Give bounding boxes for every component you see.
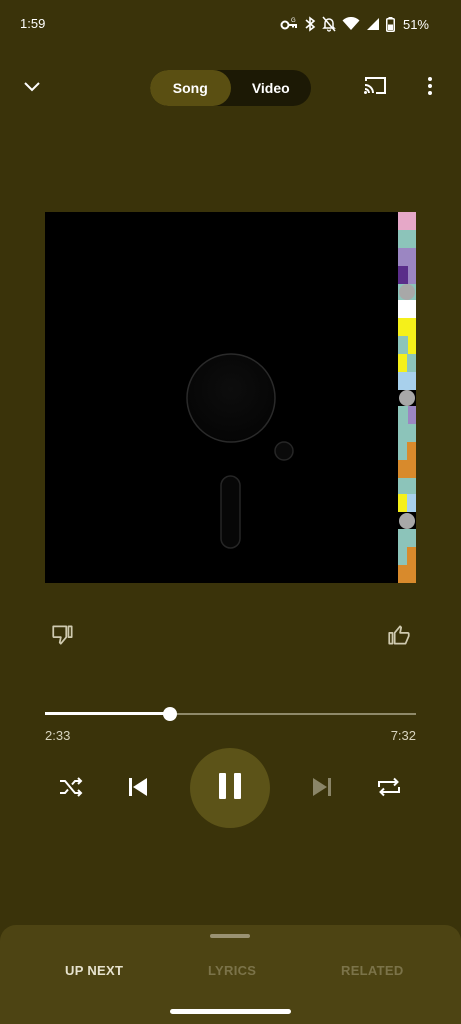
sheet-drag-handle[interactable] [210,934,250,938]
album-art [45,212,416,583]
thumb-up-icon [386,625,412,652]
video-tab[interactable]: Video [231,70,312,106]
skip-next-icon [310,776,334,803]
battery-level: 51% [402,16,429,32]
vpn-key-icon: G [280,17,298,31]
status-icons: G 51% [280,14,429,34]
seek-bar[interactable] [45,705,416,723]
album-art-graphic [186,353,294,549]
notifications-off-icon [322,16,336,32]
shuffle-icon [58,776,84,803]
thumb-down-icon [50,625,76,652]
album-art-stripe [398,212,416,583]
gesture-nav-bar[interactable] [170,1009,291,1014]
status-time: 1:59 [20,16,46,31]
battery-icon [385,16,395,32]
song-video-toggle: Song Video [150,70,311,106]
more-options-button[interactable] [418,76,442,100]
seek-progress [45,712,170,715]
repeat-icon [376,776,402,803]
status-bar: 1:59 G 51% [0,0,461,50]
tab-up-next[interactable]: UP NEXT [65,963,123,978]
next-button[interactable] [307,774,337,804]
pause-button[interactable] [190,748,270,828]
bluetooth-icon [304,16,316,32]
player-top-bar: Song Video [0,68,461,108]
svg-text:G: G [291,18,296,24]
previous-button[interactable] [123,774,153,804]
elapsed-time: 2:33 [45,728,71,743]
seek-thumb[interactable] [163,707,177,721]
cast-icon [363,76,387,100]
song-tab[interactable]: Song [150,70,231,106]
bottom-sheet[interactable]: UP NEXT LYRICS RELATED [0,925,461,1024]
chevron-down-icon [24,79,40,97]
playback-controls [0,748,461,828]
collapse-button[interactable] [18,76,46,100]
tab-lyrics[interactable]: LYRICS [208,963,256,978]
like-button[interactable] [386,622,412,648]
skip-previous-icon [126,776,150,803]
signal-icon [366,17,380,31]
more-vert-icon [427,76,433,101]
repeat-button[interactable] [374,774,404,804]
tab-related[interactable]: RELATED [341,963,404,978]
shuffle-button[interactable] [56,774,86,804]
wifi-icon [342,17,360,31]
pause-icon [217,772,243,805]
dislike-button[interactable] [50,622,76,648]
total-time: 7:32 [390,728,416,743]
cast-button[interactable] [361,76,389,100]
